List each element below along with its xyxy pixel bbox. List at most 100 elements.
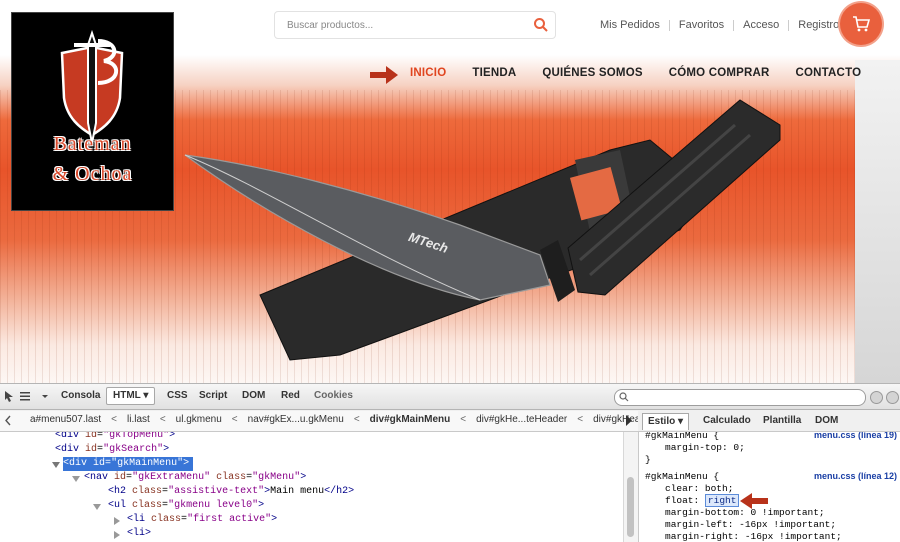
- nav-como-comprar[interactable]: CÓMO COMPRAR: [669, 67, 770, 79]
- breadcrumb-item[interactable]: li.last: [125, 414, 152, 425]
- attr-name: id: [85, 444, 98, 455]
- link-favoritos[interactable]: Favoritos: [679, 19, 724, 31]
- attr-value: gkmenu level0: [174, 500, 253, 511]
- css-selector: #gkMainMenu {: [645, 432, 720, 441]
- arrow-right-icon: [370, 66, 398, 84]
- product-search: [274, 11, 556, 39]
- css-declaration[interactable]: margin-top: 0;: [665, 442, 745, 454]
- breadcrumb-separator: <: [353, 414, 360, 425]
- style-pane: #gkMainMenu { menu.css (línea 19) margin…: [638, 432, 900, 542]
- attr-value: assistive-text: [174, 486, 259, 497]
- css-declaration-float[interactable]: float: right: [665, 494, 740, 507]
- tab-side-dom[interactable]: DOM: [810, 413, 843, 429]
- logo-text-line2: & Ochoa: [12, 163, 173, 186]
- tree-node[interactable]: <div id="gkSearch">: [55, 443, 169, 457]
- link-registro[interactable]: Registro: [798, 19, 839, 31]
- css-property: float:: [665, 495, 700, 506]
- attr-name: id: [114, 472, 127, 483]
- attr-name: class: [132, 486, 163, 497]
- css-value-editor[interactable]: right: [704, 494, 740, 507]
- attr-name: id: [85, 432, 98, 441]
- tree-node-selected[interactable]: <div id="gkMainMenu">: [63, 457, 194, 471]
- tree-node[interactable]: <div id="gkTopMenu">: [55, 432, 175, 443]
- breadcrumb-separator: <: [111, 414, 118, 425]
- attr-name: class: [132, 500, 163, 511]
- logo-ampersand: &: [52, 163, 70, 185]
- main-nav: INICIO TIENDA QUIÉNES SOMOS CÓMO COMPRAR…: [410, 67, 861, 79]
- breadcrumb-separator: <: [159, 414, 166, 425]
- minimize-button[interactable]: [870, 391, 883, 404]
- close-button[interactable]: [886, 391, 899, 404]
- css-source-link[interactable]: menu.css (línea 12): [814, 471, 897, 481]
- tree-node[interactable]: <ul class="gkmenu level0">: [108, 499, 264, 513]
- menu-icon[interactable]: [18, 389, 32, 403]
- arrow-left-icon: [740, 493, 768, 509]
- tree-node[interactable]: <li>: [127, 527, 151, 541]
- expand-triangle-icon[interactable]: [72, 475, 80, 483]
- breadcrumb-item-selected[interactable]: div#gkMainMenu: [368, 414, 453, 425]
- tab-red[interactable]: Red: [275, 388, 306, 404]
- tab-estilo-label: Estilo: [648, 416, 676, 427]
- tab-consola[interactable]: Consola: [55, 388, 106, 404]
- attr-name: class: [151, 514, 182, 525]
- breadcrumb-item[interactable]: div#gkHe...teHeader: [474, 414, 569, 425]
- tab-dom[interactable]: DOM: [236, 388, 271, 404]
- search-input[interactable]: [275, 12, 525, 38]
- nav-quienes-somos[interactable]: QUIÉNES SOMOS: [542, 67, 642, 79]
- css-source-link[interactable]: menu.css (línea 19): [814, 432, 897, 440]
- breadcrumb-separator: <: [460, 414, 467, 425]
- dropdown-arrow-icon[interactable]: [38, 389, 52, 403]
- tree-node[interactable]: <h2 class="assistive-text">Main menu</h2…: [108, 485, 354, 499]
- tab-script[interactable]: Script: [193, 388, 233, 404]
- chevron-right-icon[interactable]: [625, 415, 633, 426]
- breadcrumb-items: a#menu507.last < li.last < ul.gkmenu < nav#gkE…: [28, 414, 664, 430]
- tab-html-label: HTML: [113, 390, 141, 401]
- breadcrumb-item[interactable]: ul.gkmenu: [174, 414, 224, 425]
- scrollbar-thumb[interactable]: [627, 477, 634, 537]
- devtools-search-input[interactable]: [631, 390, 863, 405]
- attr-value: first active: [193, 514, 266, 525]
- breadcrumb-item[interactable]: a#menu507.last: [28, 414, 103, 425]
- nav-tienda[interactable]: TIENDA: [472, 67, 516, 79]
- breadcrumb-separator: <: [231, 414, 238, 425]
- html-tree: <div id="gkTopMenu"> <div id="gkSearch">…: [0, 432, 623, 542]
- divider: [788, 19, 790, 31]
- chevron-down-icon: ▾: [143, 390, 149, 401]
- breadcrumb-separator: <: [577, 414, 584, 425]
- tree-node[interactable]: <li class="first active">: [127, 513, 277, 527]
- node-text: Main menu: [270, 486, 325, 497]
- search-icon[interactable]: [533, 17, 549, 33]
- breadcrumb-item[interactable]: nav#gkEx...u.gkMenu: [246, 414, 346, 425]
- tab-cookies[interactable]: Cookies: [308, 388, 359, 404]
- collapse-triangle-icon[interactable]: [113, 517, 121, 525]
- nav-contacto[interactable]: CONTACTO: [796, 67, 862, 79]
- link-acceso[interactable]: Acceso: [743, 19, 779, 31]
- tab-css[interactable]: CSS: [161, 388, 194, 404]
- link-mis-pedidos[interactable]: Mis Pedidos: [600, 19, 660, 31]
- attr-value: gkMenu: [258, 472, 295, 483]
- cart-button[interactable]: [840, 3, 882, 45]
- devtools-toolbar: Consola HTML ▾ CSS Script DOM Red Cookie…: [0, 384, 900, 410]
- tab-plantilla[interactable]: Plantilla: [758, 413, 806, 429]
- css-declaration[interactable]: margin-left: -16px !important;: [665, 519, 836, 531]
- tree-node[interactable]: <nav id="gkExtraMenu" class="gkMenu">: [84, 471, 306, 485]
- attr-value: gkTopMenu: [109, 432, 164, 441]
- attr-name: class: [216, 472, 247, 483]
- collapse-triangle-icon[interactable]: [113, 531, 121, 539]
- inspect-icon[interactable]: [3, 389, 17, 403]
- tab-calculado[interactable]: Calculado: [698, 413, 756, 429]
- knife-image: [184, 99, 781, 361]
- nav-inicio[interactable]: INICIO: [410, 67, 446, 79]
- expand-triangle-icon[interactable]: [52, 461, 60, 469]
- expand-triangle-icon[interactable]: [93, 503, 101, 511]
- site-logo[interactable]: Bateman & Ochoa: [12, 13, 173, 210]
- css-declaration[interactable]: margin-right: -16px !important;: [665, 531, 842, 542]
- tab-html[interactable]: HTML ▾: [106, 387, 156, 405]
- chevron-left-icon[interactable]: [5, 415, 11, 426]
- tab-estilo[interactable]: Estilo ▾: [642, 413, 690, 430]
- top-links: Mis Pedidos Favoritos Acceso Registro: [600, 18, 839, 32]
- attr-value: gkMainMenu: [117, 458, 178, 469]
- html-tree-scrollbar[interactable]: [623, 432, 638, 542]
- divider: [733, 19, 735, 31]
- chevron-down-icon: ▾: [678, 416, 684, 427]
